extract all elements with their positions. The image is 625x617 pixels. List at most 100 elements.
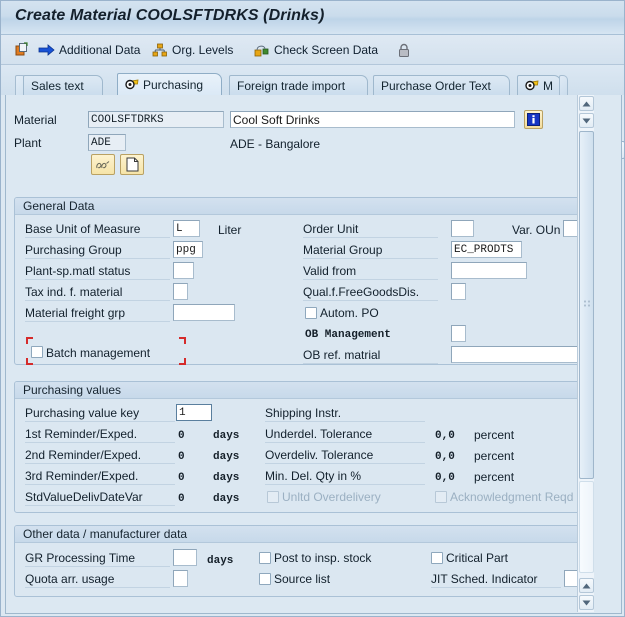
scroll-track-lower[interactable] xyxy=(579,481,594,573)
scroll-down-button[interactable] xyxy=(579,113,594,128)
scroll-thumb-grip xyxy=(583,300,590,307)
post-to-insp-stock-checkbox[interactable] xyxy=(259,552,271,564)
sidebar-tab-sales-text[interactable]: Sales text xyxy=(23,75,103,95)
new-page-icon xyxy=(126,157,139,172)
material-freight-grp-input[interactable] xyxy=(173,304,235,321)
unltd-overdelivery-checkbox[interactable] xyxy=(267,491,279,503)
arrow-right-icon xyxy=(38,43,55,57)
page-title: Create Material COOLSFTDRKS (Drinks) xyxy=(15,7,324,25)
scroll-page-up-button[interactable] xyxy=(579,578,594,593)
reminder-3-unit: days xyxy=(213,471,239,485)
tab-label-purchasing: Purchasing xyxy=(143,78,203,92)
material-label: Material xyxy=(14,113,57,128)
underdel-tolerance-value: 0,0 xyxy=(435,429,455,443)
plant-sp-matl-status-input[interactable] xyxy=(173,262,194,279)
focus-corner-br xyxy=(179,358,186,365)
ob-ref-matrial-label: OB ref. matrial xyxy=(303,348,438,364)
ob-management-label: OB Management xyxy=(305,328,391,342)
material-freight-grp-label: Material freight grp xyxy=(25,306,170,322)
toolbar-check-screen-data-button[interactable]: Check Screen Data xyxy=(251,39,381,61)
purchasing-value-key-input[interactable] xyxy=(176,404,212,421)
tab-marker-icon-2 xyxy=(525,80,540,92)
tab-marker-icon xyxy=(125,79,140,91)
toolbar-copy-screen-button[interactable] xyxy=(11,39,33,61)
autom-po-checkbox[interactable] xyxy=(305,307,317,319)
gr-processing-time-input[interactable] xyxy=(173,549,197,566)
copy-screen-icon xyxy=(14,42,30,58)
overdeliv-tolerance-value: 0,0 xyxy=(435,450,455,464)
autom-po-label: Autom. PO xyxy=(320,306,379,320)
acknowledgment-reqd-checkbox[interactable] xyxy=(435,491,447,503)
new-page-button[interactable] xyxy=(120,154,144,175)
application-toolbar: Additional Data Org. Levels xyxy=(1,35,625,65)
info-icon xyxy=(527,113,540,126)
long-text-button[interactable] xyxy=(91,154,115,175)
batch-management-checkbox[interactable] xyxy=(31,346,43,358)
tax-ind-material-label: Tax ind. f. material xyxy=(25,285,170,301)
org-levels-icon xyxy=(152,43,168,57)
acknowledgment-reqd-label: Acknowledgment Reqd xyxy=(450,490,573,504)
reminder-2-unit: days xyxy=(213,450,239,464)
toolbar-org-levels-label: Org. Levels xyxy=(172,44,233,56)
toolbar-lock-button[interactable] xyxy=(394,39,414,61)
critical-part-checkbox[interactable] xyxy=(431,552,443,564)
tax-ind-material-input[interactable] xyxy=(173,283,188,300)
general-data-group-title: General Data xyxy=(15,198,585,215)
toolbar-org-levels-button[interactable]: Org. Levels xyxy=(149,39,236,61)
order-unit-input[interactable] xyxy=(451,220,474,237)
valid-from-label: Valid from xyxy=(303,264,438,280)
jit-sched-indicator-label: JIT Sched. Indicator xyxy=(431,572,561,588)
var-oun-input[interactable] xyxy=(563,220,578,237)
tab-label-foreign-trade-import: Foreign trade import xyxy=(237,79,345,93)
lock-icon xyxy=(397,43,411,58)
toolbar-additional-data-button[interactable]: Additional Data xyxy=(35,39,143,61)
base-uom-suffix: Liter xyxy=(218,223,241,237)
tab-foreign-trade-import[interactable]: Foreign trade import xyxy=(229,75,368,95)
ob-management-input[interactable] xyxy=(451,325,466,342)
plant-input[interactable] xyxy=(88,134,126,151)
source-list-checkbox[interactable] xyxy=(259,573,271,585)
other-data-group-title: Other data / manufacturer data xyxy=(15,526,585,543)
critical-part-label: Critical Part xyxy=(446,551,508,565)
material-group-label: Material Group xyxy=(303,243,438,259)
tab-strip: Sales text Purchasing Foreign trade impo… xyxy=(1,65,625,95)
material-description-input[interactable] xyxy=(230,111,515,128)
purchasing-form: Material Plant ADE - Bangalore xyxy=(6,95,594,612)
underdel-tolerance-unit: percent xyxy=(474,428,514,442)
triangle-up-icon xyxy=(582,101,591,107)
tab-purchasing[interactable]: Purchasing xyxy=(117,73,222,95)
qual-free-goods-dis-label: Qual.f.FreeGoodsDis. xyxy=(303,285,438,301)
material-group-input[interactable] xyxy=(451,241,522,258)
material-info-button[interactable] xyxy=(524,110,543,129)
tab-label-sales-text: Sales text xyxy=(31,79,84,93)
quota-arr-usage-input[interactable] xyxy=(173,570,188,587)
toolbar-additional-data-label: Additional Data xyxy=(59,44,140,56)
tab-purchase-order-text[interactable]: Purchase Order Text xyxy=(373,75,510,95)
check-screen-icon xyxy=(254,43,270,57)
qual-free-goods-dis-input[interactable] xyxy=(451,283,466,300)
ob-ref-matrial-input[interactable] xyxy=(451,346,581,363)
material-input[interactable] xyxy=(88,111,224,128)
plant-sp-matl-status-label: Plant-sp.matl status xyxy=(25,264,170,280)
toolbar-check-screen-data-label: Check Screen Data xyxy=(274,44,378,56)
valid-from-input[interactable] xyxy=(451,262,527,279)
scroll-page-down-button[interactable] xyxy=(579,595,594,610)
tab-content-purchasing: Material Plant ADE - Bangalore xyxy=(5,95,622,614)
reminder-3-value: 0 xyxy=(178,471,185,485)
purchasing-group-label: Purchasing Group xyxy=(25,243,170,259)
unltd-overdelivery-label: Unltd Overdelivery xyxy=(282,490,381,504)
std-value-deliv-date-var-value: 0 xyxy=(178,492,185,506)
base-uom-label: Base Unit of Measure xyxy=(25,222,170,238)
min-del-qty-pct-value: 0,0 xyxy=(435,471,455,485)
tab-label-purchase-order-text: Purchase Order Text xyxy=(381,79,491,93)
tab-mrp[interactable]: M xyxy=(517,75,561,95)
purchasing-group-input[interactable] xyxy=(173,241,203,258)
base-uom-input[interactable] xyxy=(173,220,200,237)
overdeliv-tolerance-label: Overdeliv. Tolerance xyxy=(265,448,425,464)
scroll-thumb[interactable] xyxy=(579,131,594,479)
shipping-instr-label: Shipping Instr. xyxy=(265,406,425,422)
form-vertical-scrollbar[interactable] xyxy=(577,95,594,612)
tab-stack-edge-right xyxy=(559,75,568,95)
scroll-up-button[interactable] xyxy=(579,96,594,111)
reminder-1-value: 0 xyxy=(178,429,185,443)
